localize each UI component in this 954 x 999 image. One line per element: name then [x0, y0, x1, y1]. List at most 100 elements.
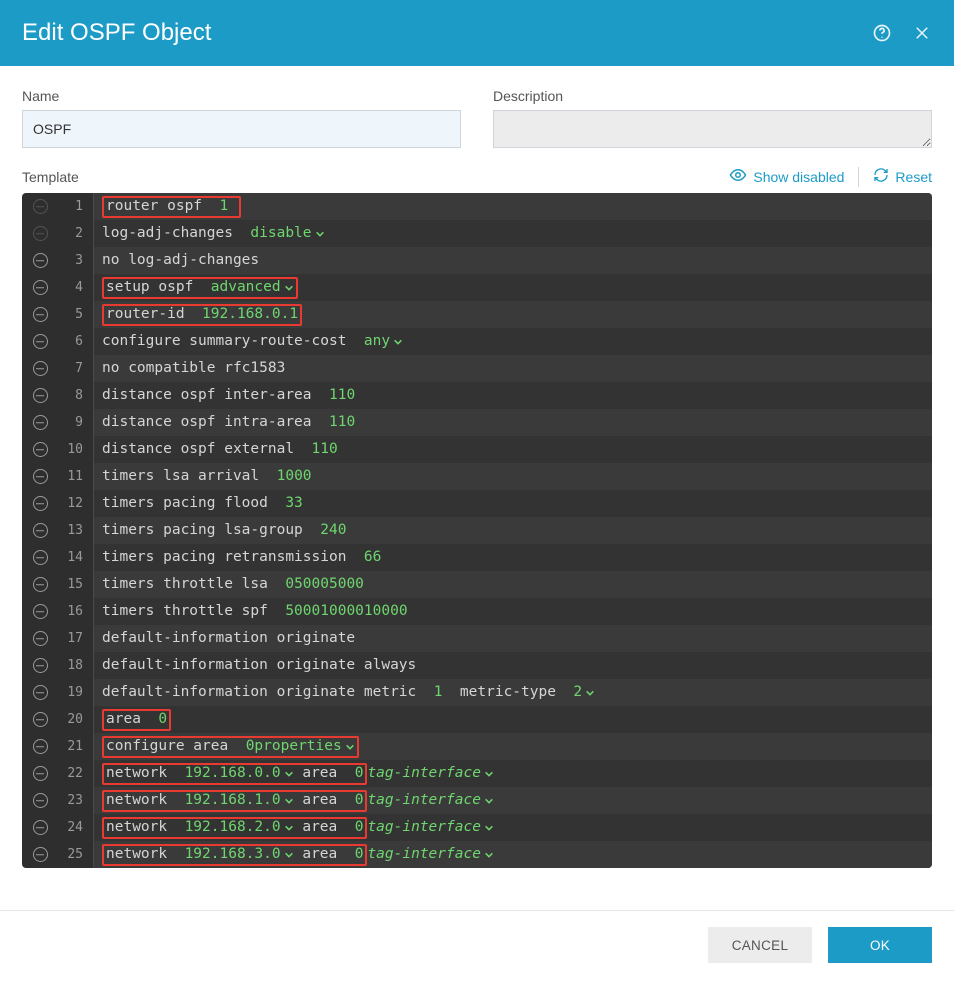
code-line[interactable]: 24 network 192.168.2.0 area 0 tag-interf…	[22, 814, 932, 841]
tag-option[interactable]: tag-interface	[367, 841, 481, 868]
chevron-down-icon[interactable]	[284, 769, 294, 779]
code-line[interactable]: 6 configure summary-route-cost any	[22, 328, 932, 355]
name-input[interactable]	[22, 110, 461, 148]
code-content[interactable]: network 192.168.1.0 area 0 tag-interface	[94, 787, 932, 814]
collapse-icon[interactable]	[22, 409, 58, 436]
code-line[interactable]: 4 setup ospf advanced	[22, 274, 932, 301]
code-content[interactable]: timers pacing flood 33	[94, 490, 932, 517]
collapse-icon[interactable]	[22, 841, 58, 868]
code-content[interactable]: timers pacing retransmission 66	[94, 544, 932, 571]
collapse-icon[interactable]	[22, 274, 58, 301]
collapse-icon[interactable]	[22, 463, 58, 490]
collapse-icon[interactable]	[22, 517, 58, 544]
code-content[interactable]: network 192.168.2.0 area 0 tag-interface	[94, 814, 932, 841]
cancel-button[interactable]: CANCEL	[708, 927, 812, 963]
code-line[interactable]: 3 no log-adj-changes	[22, 247, 932, 274]
chevron-down-icon[interactable]	[585, 688, 595, 698]
reset-button[interactable]: Reset	[873, 167, 932, 186]
code-line[interactable]: 18 default-information originate always	[22, 652, 932, 679]
code-content[interactable]: timers throttle spf 5000 10000 10000	[94, 598, 932, 625]
tag-option[interactable]: tag-interface	[367, 760, 481, 787]
code-content[interactable]: area 0	[94, 706, 932, 733]
code-line[interactable]: 11 timers lsa arrival 1000	[22, 463, 932, 490]
code-content[interactable]: setup ospf advanced	[94, 274, 932, 301]
chevron-down-icon[interactable]	[484, 769, 494, 779]
ok-button[interactable]: OK	[828, 927, 932, 963]
chevron-down-icon[interactable]	[484, 850, 494, 860]
code-content[interactable]: network 192.168.3.0 area 0 tag-interface	[94, 841, 932, 868]
collapse-icon[interactable]	[22, 490, 58, 517]
tag-option[interactable]: tag-interface	[367, 814, 481, 841]
code-line[interactable]: 5 router-id 192.168.0.1	[22, 301, 932, 328]
collapse-icon[interactable]	[22, 625, 58, 652]
collapse-icon[interactable]	[22, 436, 58, 463]
collapse-icon[interactable]	[22, 544, 58, 571]
code-line[interactable]: 1 router ospf 1	[22, 193, 932, 220]
template-editor[interactable]: 1 router ospf 1 2 log-adj-changes disabl…	[22, 193, 932, 868]
code-line[interactable]: 22 network 192.168.0.0 area 0 tag-interf…	[22, 760, 932, 787]
code-line[interactable]: 16 timers throttle spf 5000 10000 10000	[22, 598, 932, 625]
help-icon[interactable]	[872, 23, 892, 43]
collapse-icon[interactable]	[22, 652, 58, 679]
code-content[interactable]: distance ospf inter-area 110	[94, 382, 932, 409]
collapse-icon[interactable]	[22, 355, 58, 382]
chevron-down-icon[interactable]	[284, 283, 294, 293]
code-content[interactable]: router ospf 1	[94, 193, 932, 220]
description-input[interactable]	[493, 110, 932, 148]
code-line[interactable]: 25 network 192.168.3.0 area 0 tag-interf…	[22, 841, 932, 868]
code-content[interactable]: distance ospf external 110	[94, 436, 932, 463]
code-content[interactable]: default-information originate metric 1 m…	[94, 679, 932, 706]
code-line[interactable]: 12 timers pacing flood 33	[22, 490, 932, 517]
chevron-down-icon[interactable]	[484, 796, 494, 806]
collapse-icon[interactable]	[22, 247, 58, 274]
code-line[interactable]: 9 distance ospf intra-area 110	[22, 409, 932, 436]
code-line[interactable]: 19 default-information originate metric …	[22, 679, 932, 706]
chevron-down-icon[interactable]	[315, 229, 325, 239]
code-line[interactable]: 2 log-adj-changes disable	[22, 220, 932, 247]
collapse-icon[interactable]	[22, 760, 58, 787]
chevron-down-icon[interactable]	[484, 823, 494, 833]
code-content[interactable]: configure summary-route-cost any	[94, 328, 932, 355]
code-content[interactable]: log-adj-changes disable	[94, 220, 932, 247]
code-content[interactable]: network 192.168.0.0 area 0 tag-interface	[94, 760, 932, 787]
code-content[interactable]: timers throttle lsa 0 5000 5000	[94, 571, 932, 598]
code-line[interactable]: 14 timers pacing retransmission 66	[22, 544, 932, 571]
collapse-icon[interactable]	[22, 733, 58, 760]
code-line[interactable]: 10 distance ospf external 110	[22, 436, 932, 463]
chevron-down-icon[interactable]	[345, 742, 355, 752]
collapse-icon[interactable]	[22, 787, 58, 814]
code-content[interactable]: timers pacing lsa-group 240	[94, 517, 932, 544]
code-content[interactable]: default-information originate always	[94, 652, 932, 679]
code-line[interactable]: 15 timers throttle lsa 0 5000 5000	[22, 571, 932, 598]
collapse-icon[interactable]	[22, 382, 58, 409]
chevron-down-icon[interactable]	[284, 823, 294, 833]
code-line[interactable]: 7 no compatible rfc1583	[22, 355, 932, 382]
code-line[interactable]: 17 default-information originate	[22, 625, 932, 652]
collapse-icon[interactable]	[22, 679, 58, 706]
code-line[interactable]: 21 configure area 0 properties	[22, 733, 932, 760]
collapse-icon[interactable]	[22, 598, 58, 625]
code-content[interactable]: default-information originate	[94, 625, 932, 652]
close-icon[interactable]	[912, 23, 932, 43]
collapse-icon[interactable]	[22, 220, 58, 247]
chevron-down-icon[interactable]	[284, 850, 294, 860]
code-line[interactable]: 23 network 192.168.1.0 area 0 tag-interf…	[22, 787, 932, 814]
code-line[interactable]: 8 distance ospf inter-area 110	[22, 382, 932, 409]
chevron-down-icon[interactable]	[284, 796, 294, 806]
show-disabled-button[interactable]: Show disabled	[729, 166, 844, 187]
code-content[interactable]: no compatible rfc1583	[94, 355, 932, 382]
collapse-icon[interactable]	[22, 571, 58, 598]
code-content[interactable]: no log-adj-changes	[94, 247, 932, 274]
collapse-icon[interactable]	[22, 814, 58, 841]
collapse-icon[interactable]	[22, 328, 58, 355]
code-line[interactable]: 13 timers pacing lsa-group 240	[22, 517, 932, 544]
tag-option[interactable]: tag-interface	[367, 787, 481, 814]
chevron-down-icon[interactable]	[393, 337, 403, 347]
code-line[interactable]: 20 area 0	[22, 706, 932, 733]
collapse-icon[interactable]	[22, 301, 58, 328]
collapse-icon[interactable]	[22, 706, 58, 733]
code-content[interactable]: distance ospf intra-area 110	[94, 409, 932, 436]
collapse-icon[interactable]	[22, 193, 58, 220]
code-content[interactable]: configure area 0 properties	[94, 733, 932, 760]
code-content[interactable]: timers lsa arrival 1000	[94, 463, 932, 490]
